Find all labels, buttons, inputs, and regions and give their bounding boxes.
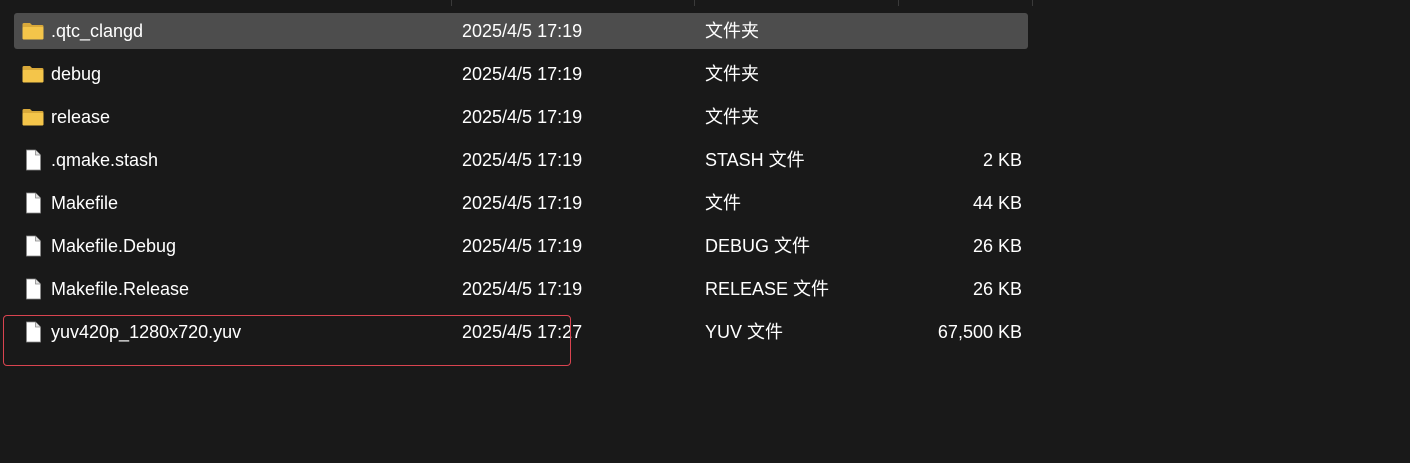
file-icon (21, 149, 45, 171)
folder-icon (21, 63, 45, 85)
file-size: 2 KB (982, 150, 1022, 170)
file-date-modified: 2025/4/5 17:19 (462, 64, 583, 84)
file-date-modified: 2025/4/5 17:19 (462, 236, 583, 256)
file-size: 26 KB (972, 236, 1022, 256)
file-date-modified: 2025/4/5 17:19 (462, 107, 583, 127)
file-icon (21, 321, 45, 343)
file-name: Makefile.Release (51, 279, 190, 299)
file-type: 文件夹 (705, 107, 759, 127)
file-size: 26 KB (972, 279, 1022, 299)
file-row[interactable]: debug 2025/4/5 17:19 文件夹 (14, 56, 1028, 92)
file-type: 文件夹 (705, 21, 759, 41)
file-icon (21, 235, 45, 257)
folder-icon (21, 106, 45, 128)
file-row[interactable]: release 2025/4/5 17:19 文件夹 (14, 99, 1028, 135)
file-name: release (51, 107, 111, 127)
file-row[interactable]: .qmake.stash 2025/4/5 17:19 STASH 文件 2 K… (14, 142, 1028, 178)
file-type: DEBUG 文件 (705, 236, 811, 256)
file-type: RELEASE 文件 (705, 279, 830, 299)
file-date-modified: 2025/4/5 17:19 (462, 193, 583, 213)
file-type: 文件夹 (705, 64, 759, 84)
file-date-modified: 2025/4/5 17:19 (462, 150, 583, 170)
file-row[interactable]: Makefile.Debug 2025/4/5 17:19 DEBUG 文件 2… (14, 228, 1028, 264)
file-size: 67,500 KB (937, 322, 1022, 342)
column-divider[interactable] (451, 0, 452, 6)
file-type: STASH 文件 (705, 150, 805, 170)
file-type: YUV 文件 (705, 322, 784, 342)
file-name: .qmake.stash (51, 150, 159, 170)
folder-icon (21, 20, 45, 42)
column-divider[interactable] (694, 0, 695, 6)
file-date-modified: 2025/4/5 17:27 (462, 322, 583, 342)
file-icon (21, 192, 45, 214)
file-name: Makefile (51, 193, 119, 213)
file-name: yuv420p_1280x720.yuv (51, 322, 242, 342)
file-name: .qtc_clangd (51, 21, 144, 41)
file-date-modified: 2025/4/5 17:19 (462, 279, 583, 299)
file-name: debug (51, 64, 102, 84)
file-row[interactable]: yuv420p_1280x720.yuv 2025/4/5 17:27 YUV … (14, 314, 1028, 350)
file-name: Makefile.Debug (51, 236, 177, 256)
file-list: .qtc_clangd 2025/4/5 17:19 文件夹 debug 202… (0, 0, 1410, 463)
column-divider[interactable] (1032, 0, 1033, 6)
file-icon (21, 278, 45, 300)
file-row[interactable]: .qtc_clangd 2025/4/5 17:19 文件夹 (14, 13, 1028, 49)
column-divider[interactable] (898, 0, 899, 6)
file-type: 文件 (705, 193, 741, 213)
file-row[interactable]: Makefile 2025/4/5 17:19 文件 44 KB (14, 185, 1028, 221)
file-size: 44 KB (972, 193, 1022, 213)
file-row[interactable]: Makefile.Release 2025/4/5 17:19 RELEASE … (14, 271, 1028, 307)
file-date-modified: 2025/4/5 17:19 (462, 21, 583, 41)
